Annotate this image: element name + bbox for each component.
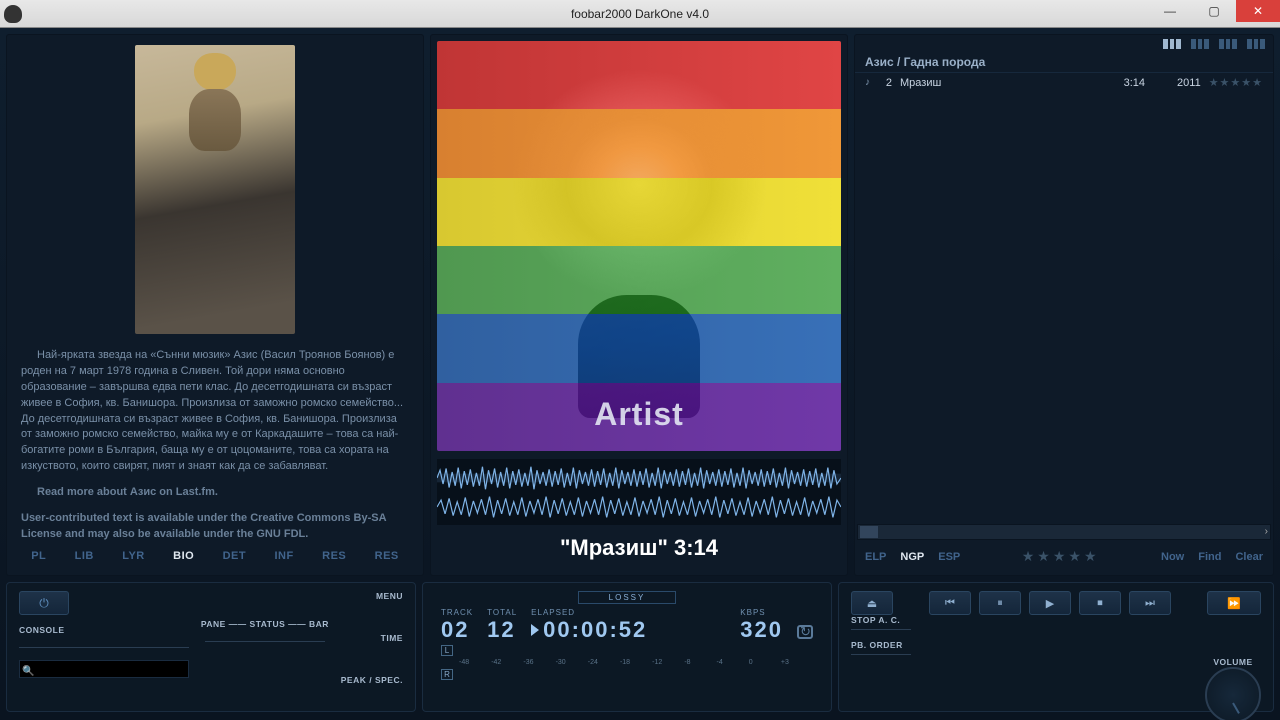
view-columns-2[interactable] <box>1191 39 1209 49</box>
btn-ngp[interactable]: NGP <box>900 551 924 563</box>
now-playing-title: "Мразиш" 3:14 <box>431 529 847 571</box>
art-overlay-text: Artist <box>437 396 841 433</box>
tab-bio[interactable]: BIO <box>167 547 200 565</box>
window-title: foobar2000 DarkOne v4.0 <box>571 7 709 21</box>
total-tracks: 12 <box>487 619 517 641</box>
vu-meter: L -48-42-36-30-24-18-12-8-40+3 R <box>435 645 819 680</box>
volume-label: VOLUME <box>1205 657 1261 667</box>
prev-button[interactable]: ⏮ <box>929 591 971 615</box>
time-label[interactable]: TIME <box>381 633 403 643</box>
volume-knob[interactable] <box>1205 667 1261 720</box>
playlist-row[interactable]: ♪ 2 Мразиш 3:14 2011 ★★★★★ <box>855 73 1273 92</box>
tab-lyr[interactable]: LYR <box>116 547 151 565</box>
close-button[interactable]: ✕ <box>1236 0 1280 22</box>
fastfwd-button[interactable]: ⏩ <box>1207 591 1261 615</box>
artist-photo <box>135 45 295 334</box>
play-indicator-icon <box>531 624 539 636</box>
note-icon: ♪ <box>865 77 870 88</box>
bio-text: Най-ярката звезда на «Сънни мюзик» Азис … <box>7 340 423 541</box>
btn-find[interactable]: Find <box>1198 551 1221 563</box>
tab-res1[interactable]: RES <box>316 547 352 565</box>
play-button[interactable]: ▶ <box>1029 591 1071 615</box>
btn-esp[interactable]: ESP <box>938 551 960 563</box>
bitrate: 320 <box>740 619 783 641</box>
track-number: 02 <box>441 619 473 641</box>
tab-inf[interactable]: INF <box>269 547 300 565</box>
tab-det[interactable]: DET <box>217 547 253 565</box>
pause-button[interactable]: ⏸ <box>979 591 1021 615</box>
view-columns-4[interactable] <box>1247 39 1265 49</box>
app-icon <box>4 5 22 23</box>
pb-order-label[interactable]: PB. ORDER <box>851 640 911 650</box>
repeat-icon[interactable] <box>797 625 813 639</box>
next-button[interactable]: ⏭ <box>1129 591 1171 615</box>
console-label: CONSOLE <box>19 625 189 635</box>
waveform[interactable] <box>437 459 841 525</box>
stop-button[interactable]: ⏹ <box>1079 591 1121 615</box>
btn-now[interactable]: Now <box>1161 551 1184 563</box>
rating-stars[interactable]: ★★★★★ <box>1209 76 1263 89</box>
btn-clear[interactable]: Clear <box>1235 551 1263 563</box>
stop-ac-label[interactable]: STOP A. C. <box>851 615 911 625</box>
maximize-button[interactable]: ▢ <box>1192 0 1236 22</box>
codec-badge: LOSSY <box>578 591 677 604</box>
search-input[interactable]: 🔍 <box>19 660 189 678</box>
btn-elp[interactable]: ELP <box>865 551 886 563</box>
playlist-header: Азис / Гадна порода <box>855 51 1273 73</box>
power-button[interactable]: ⏻ <box>19 591 69 615</box>
view-columns-1[interactable] <box>1163 39 1181 49</box>
menu-label[interactable]: MENU <box>376 591 403 601</box>
tab-res2[interactable]: RES <box>369 547 405 565</box>
peak-label[interactable]: PEAK / SPEC. <box>341 675 403 685</box>
minimize-button[interactable]: — <box>1148 0 1192 22</box>
tab-pl[interactable]: PL <box>25 547 52 565</box>
album-art: Artist <box>437 41 841 451</box>
playlist-hscroll[interactable]: ‹› <box>857 524 1271 540</box>
elapsed-time: 00:00:52 <box>531 619 647 641</box>
eject-button[interactable]: ⏏ <box>851 591 893 615</box>
view-columns-3[interactable] <box>1219 39 1237 49</box>
rating-big[interactable]: ★★★★★ <box>1022 548 1100 565</box>
tab-lib[interactable]: LIB <box>69 547 100 565</box>
